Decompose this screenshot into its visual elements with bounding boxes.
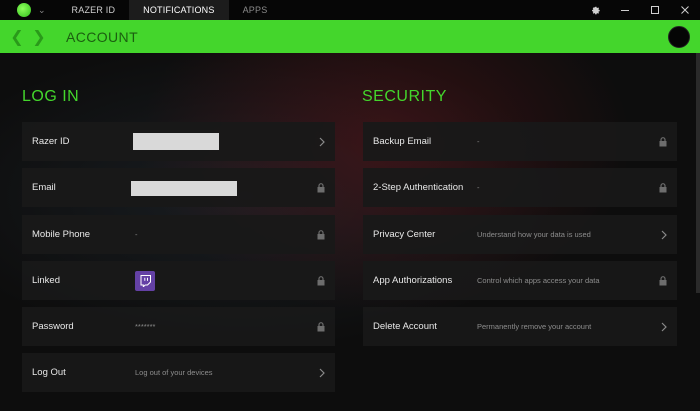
two-step-auth-row[interactable]: 2-Step Authentication - bbox=[363, 168, 677, 207]
row-label: App Authorizations bbox=[373, 275, 453, 286]
tab-apps[interactable]: APPS bbox=[229, 0, 282, 20]
row-label: Backup Email bbox=[373, 136, 432, 147]
maximize-icon[interactable] bbox=[640, 0, 670, 20]
row-value: - bbox=[477, 183, 480, 192]
password-row[interactable]: Password ******* bbox=[22, 307, 335, 346]
delete-account-row[interactable]: Delete Account Permanently remove your a… bbox=[363, 307, 677, 346]
row-label: Log Out bbox=[32, 367, 66, 378]
row-label: Email bbox=[32, 182, 56, 193]
avatar[interactable] bbox=[668, 26, 690, 48]
row-label: Privacy Center bbox=[373, 229, 436, 240]
tab-razer-id[interactable]: RAZER ID bbox=[58, 0, 130, 20]
row-label: Delete Account bbox=[373, 321, 437, 332]
razer-logo-icon bbox=[17, 3, 31, 17]
email-value-redacted bbox=[131, 181, 237, 196]
row-label: 2-Step Authentication bbox=[373, 182, 464, 193]
lock-icon bbox=[317, 321, 325, 332]
chevron-right-icon bbox=[319, 137, 325, 147]
row-value: - bbox=[477, 137, 480, 146]
forward-arrow-icon[interactable]: ❯ bbox=[28, 27, 50, 47]
row-value: Log out of your devices bbox=[135, 368, 213, 377]
login-section-title: LOG IN bbox=[22, 88, 80, 105]
minimize-icon[interactable] bbox=[610, 0, 640, 20]
backup-email-row[interactable]: Backup Email - bbox=[363, 122, 677, 161]
page-title: ACCOUNT bbox=[66, 28, 139, 45]
linked-row[interactable]: Linked bbox=[22, 261, 335, 300]
razer-id-row[interactable]: Razer ID bbox=[22, 122, 335, 161]
row-label: Linked bbox=[32, 275, 60, 286]
app-authorizations-row[interactable]: App Authorizations Control which apps ac… bbox=[363, 261, 677, 300]
row-value: Permanently remove your account bbox=[477, 322, 592, 331]
top-bar: ⌄ RAZER ID NOTIFICATIONS APPS bbox=[0, 0, 700, 20]
row-value: - bbox=[135, 230, 138, 239]
chevron-right-icon bbox=[319, 368, 325, 378]
close-icon[interactable] bbox=[670, 0, 700, 20]
lock-icon bbox=[317, 182, 325, 193]
tab-notifications[interactable]: NOTIFICATIONS bbox=[129, 0, 229, 20]
razer-logo[interactable] bbox=[14, 0, 34, 20]
log-out-row[interactable]: Log Out Log out of your devices bbox=[22, 353, 335, 392]
row-label: Mobile Phone bbox=[32, 229, 91, 240]
lock-icon bbox=[659, 182, 667, 193]
privacy-center-row[interactable]: Privacy Center Understand how your data … bbox=[363, 215, 677, 254]
lock-icon bbox=[317, 229, 325, 240]
lock-icon bbox=[659, 136, 667, 147]
account-content: LOG IN Razer ID Email Mobile Phone - Lin… bbox=[0, 53, 700, 411]
security-section-title: SECURITY bbox=[362, 88, 447, 105]
gear-icon[interactable] bbox=[580, 0, 610, 20]
row-value: Control which apps access your data bbox=[477, 276, 600, 285]
chevron-right-icon bbox=[661, 230, 667, 240]
lock-icon bbox=[659, 275, 667, 286]
twitch-icon[interactable] bbox=[135, 271, 155, 291]
razer-id-value-redacted bbox=[133, 133, 219, 150]
lock-icon bbox=[317, 275, 325, 286]
row-value: ******* bbox=[135, 322, 156, 331]
row-value: Understand how your data is used bbox=[477, 230, 591, 239]
row-label: Razer ID bbox=[32, 136, 70, 147]
email-row[interactable]: Email bbox=[22, 168, 335, 207]
account-header: ❮ ❯ ACCOUNT bbox=[0, 20, 700, 53]
scrollbar[interactable] bbox=[696, 53, 700, 293]
chevron-right-icon bbox=[661, 322, 667, 332]
chevron-down-icon[interactable]: ⌄ bbox=[38, 5, 46, 16]
row-label: Password bbox=[32, 321, 74, 332]
mobile-phone-row[interactable]: Mobile Phone - bbox=[22, 215, 335, 254]
back-arrow-icon[interactable]: ❮ bbox=[6, 27, 28, 47]
window-controls bbox=[580, 0, 700, 20]
